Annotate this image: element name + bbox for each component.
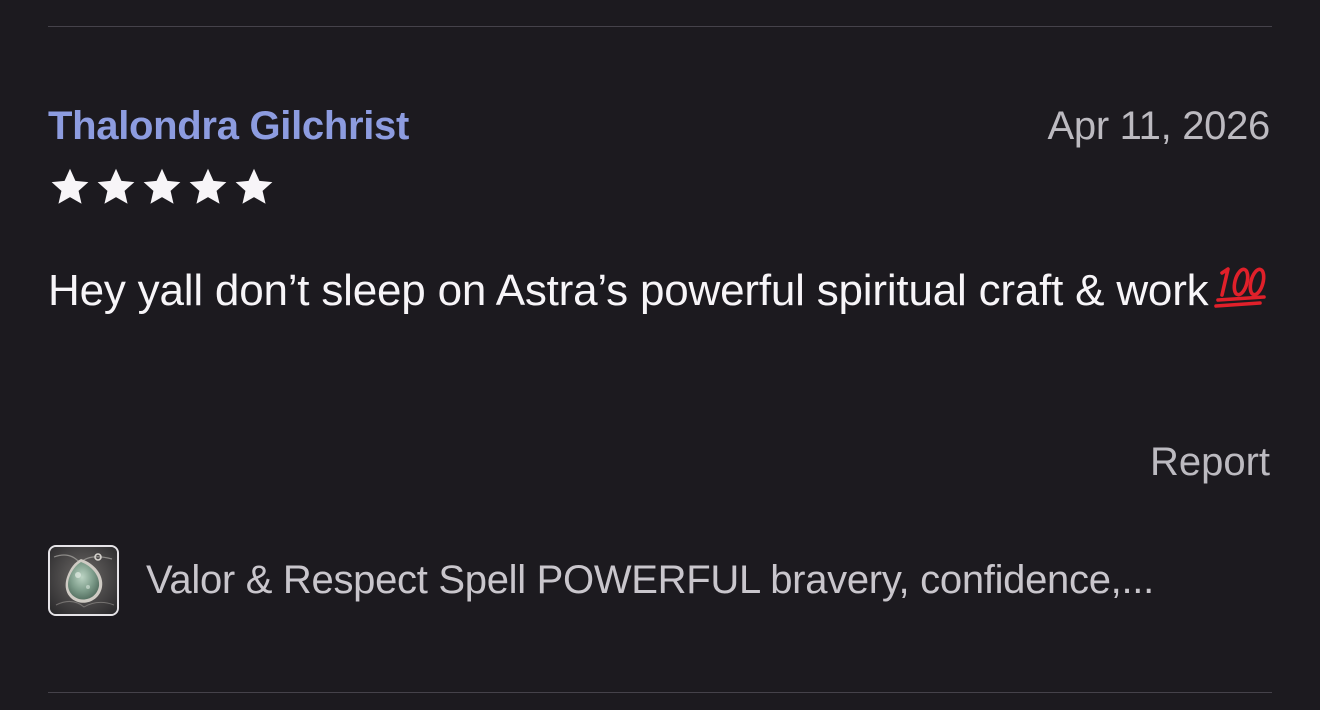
reviewer-name[interactable]: Thalondra Gilchrist <box>48 104 409 149</box>
star-icon <box>143 168 181 204</box>
hundred-points-icon <box>1214 267 1267 308</box>
bottom-divider <box>48 692 1272 693</box>
report-link[interactable]: Report <box>1150 440 1270 485</box>
star-icon <box>97 168 135 204</box>
star-icon <box>51 168 89 204</box>
review-date: Apr 11, 2026 <box>1047 104 1271 148</box>
product-link[interactable]: Valor & Respect Spell POWERFUL bravery, … <box>48 545 1154 616</box>
star-icon <box>235 168 273 204</box>
product-thumbnail[interactable] <box>48 545 119 616</box>
review-body: Hey yall don’t sleep on Astra’s powerful… <box>48 254 1278 328</box>
top-divider <box>48 26 1272 27</box>
product-title[interactable]: Valor & Respect Spell POWERFUL bravery, … <box>146 558 1154 603</box>
star-rating <box>48 166 276 208</box>
pendant-thumbnail-icon <box>50 547 117 614</box>
star-icon <box>189 168 227 204</box>
review-text: Hey yall don’t sleep on Astra’s powerful… <box>48 266 1209 315</box>
